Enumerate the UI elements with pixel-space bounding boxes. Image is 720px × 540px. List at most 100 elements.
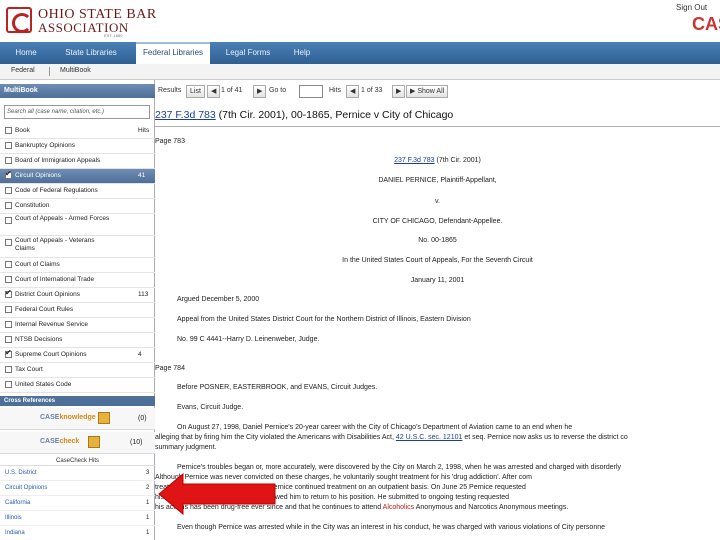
citation-link[interactable]: 237 F.3d 783	[394, 157, 434, 164]
osba-logo-icon[interactable]	[6, 7, 32, 33]
casecheck-hit-row[interactable]: California 1	[0, 496, 155, 511]
sign-out-link[interactable]: Sign Out	[676, 3, 707, 12]
book-label[interactable]: Constitution	[15, 202, 49, 209]
next-hit-icon[interactable]: ▶	[392, 85, 406, 98]
go-to-input[interactable]	[299, 85, 323, 98]
book-checkbox[interactable]	[5, 261, 12, 268]
show-all-button[interactable]: ▶ Show All	[406, 85, 449, 98]
book-checkbox[interactable]	[5, 169, 12, 179]
book-hit-count: 4	[138, 351, 142, 358]
breadcrumb-federal[interactable]: Federal	[11, 67, 35, 74]
multibook-panel-title: MultiBook	[0, 84, 155, 98]
book-item-court-of-claims[interactable]: Court of Claims	[0, 258, 155, 273]
casecheck-hit-label[interactable]: California	[5, 500, 30, 506]
book-label[interactable]: Internal Revenue Service	[15, 321, 88, 328]
book-item-armed-forces[interactable]: Court of Appeals - Armed Forces	[0, 214, 155, 236]
book-item-irs[interactable]: Internal Revenue Service	[0, 318, 155, 333]
tab-home[interactable]: Home	[6, 42, 46, 64]
casecheck-hit-row[interactable]: U.S. District 3	[0, 466, 155, 481]
book-label[interactable]: United States Code	[15, 381, 71, 388]
casecheck-hit-row[interactable]: Circuit Opinions 2	[0, 481, 155, 496]
book-item-supreme-court[interactable]: Supreme Court Opinions 4	[0, 348, 155, 363]
caseknowledge-logo[interactable]: CASEknowledge	[40, 414, 96, 421]
caseknowledge-row[interactable]: CASEknowledge (0)	[0, 408, 155, 430]
casecheck-hit-row[interactable]: Indiana 1	[0, 526, 155, 540]
opinion-para1-line1: On August 27, 1998, Daniel Pernice's 20-…	[177, 424, 573, 431]
opinion-para2-line1: Pernice's troubles began or, more accura…	[177, 464, 621, 471]
caseknowledge-icon[interactable]	[98, 412, 110, 424]
search-input[interactable]: Search all (case name, citation, etc.)	[4, 105, 150, 119]
book-checkbox[interactable]	[5, 187, 12, 194]
show-all-icon: ▶	[410, 88, 416, 95]
book-checkbox[interactable]	[5, 366, 12, 373]
book-column-label: Book	[15, 127, 30, 134]
docket-line: No. 00-1865	[418, 237, 457, 244]
book-checkbox[interactable]	[5, 276, 12, 283]
book-label[interactable]: Bankruptcy Opinions	[15, 142, 75, 149]
casecheck-row[interactable]: CASEcheck (10)	[0, 432, 155, 454]
book-item-federal-court-rules[interactable]: Federal Court Rules	[0, 303, 155, 318]
casecheck-hits-header: CaseCheck Hits	[0, 456, 155, 466]
book-item-tax-court[interactable]: Tax Court	[0, 363, 155, 378]
book-checkbox[interactable]	[5, 157, 12, 164]
casecheck-hit-row[interactable]: Illinois 1	[0, 511, 155, 526]
statute-link[interactable]: 42 U.S.C. sec. 12101	[396, 434, 463, 441]
book-checkbox[interactable]	[5, 306, 12, 313]
tab-federal-libraries[interactable]: Federal Libraries	[136, 42, 210, 64]
tab-legal-forms[interactable]: Legal Forms	[218, 42, 278, 64]
book-item-constitution[interactable]: Constitution	[0, 199, 155, 214]
book-label[interactable]: Board of Immigration Appeals	[15, 157, 100, 164]
book-item-ntsb[interactable]: NTSB Decisions	[0, 333, 155, 348]
book-label[interactable]: District Court Opinions	[15, 291, 80, 298]
casecheck-hit-count: 3	[146, 470, 150, 476]
book-label[interactable]: Circuit Opinions	[15, 172, 61, 179]
book-label[interactable]: Code of Federal Regulations	[15, 187, 98, 194]
breadcrumb-multibook[interactable]: MultiBook	[60, 67, 91, 74]
caseknowledge-logo-b: knowledge	[59, 414, 96, 421]
case-citation-link[interactable]: 237 F.3d 783	[155, 109, 216, 121]
book-label[interactable]: Supreme Court Opinions	[15, 351, 87, 358]
book-checkbox[interactable]	[5, 142, 12, 149]
book-checkbox[interactable]	[5, 336, 12, 343]
prev-hit-icon[interactable]: ◀	[346, 85, 360, 98]
title-divider	[155, 126, 720, 127]
book-item-cfr[interactable]: Code of Federal Regulations	[0, 184, 155, 199]
next-result-icon[interactable]: ▶	[253, 85, 267, 98]
book-checkbox[interactable]	[5, 288, 12, 298]
book-item-circuit-opinions[interactable]: Circuit Opinions 41	[0, 169, 155, 184]
book-item-district-court[interactable]: District Court Opinions 113	[0, 288, 155, 303]
book-checkbox[interactable]	[5, 321, 12, 328]
book-label[interactable]: Court of International Trade	[15, 276, 94, 283]
book-item-international-trade[interactable]: Court of International Trade	[0, 273, 155, 288]
plaintiff-line: DANIEL PERNICE, Plaintiff-Appellant,	[378, 177, 497, 184]
casecheck-icon[interactable]	[88, 436, 100, 448]
book-checkbox[interactable]	[5, 381, 12, 388]
book-item-immigration[interactable]: Board of Immigration Appeals	[0, 154, 155, 169]
book-label[interactable]: Tax Court	[15, 366, 43, 373]
select-all-checkbox[interactable]	[5, 127, 12, 134]
casecheck-hit-label[interactable]: Indiana	[5, 530, 25, 536]
book-label[interactable]: NTSB Decisions	[15, 336, 62, 343]
book-label[interactable]: Federal Court Rules	[15, 306, 73, 313]
casecheck-hit-label[interactable]: Illinois	[5, 515, 22, 521]
casecheck-hit-label[interactable]: U.S. District	[5, 470, 37, 476]
search-hit-highlight[interactable]: Alcoholics	[383, 504, 415, 511]
casecheck-logo[interactable]: CASEcheck	[40, 438, 79, 445]
book-label[interactable]: Court of Appeals - Veterans Claims	[15, 237, 115, 253]
book-item-bankruptcy[interactable]: Bankruptcy Opinions	[0, 139, 155, 154]
book-label[interactable]: Court of Claims	[15, 261, 60, 268]
court-line: In the United States Court of Appeals, F…	[342, 257, 533, 264]
book-checkbox[interactable]	[5, 348, 12, 358]
book-label[interactable]: Court of Appeals - Armed Forces	[15, 215, 115, 223]
book-checkbox[interactable]	[5, 202, 12, 209]
tab-help[interactable]: Help	[286, 42, 318, 64]
book-checkbox[interactable]	[5, 217, 12, 224]
casecheck-hit-label[interactable]: Circuit Opinions	[5, 485, 47, 491]
tab-state-libraries[interactable]: State Libraries	[55, 42, 127, 64]
prev-result-icon[interactable]: ◀	[207, 85, 221, 98]
book-list: Book Hits Bankruptcy Opinions Board of I…	[0, 124, 155, 394]
book-checkbox[interactable]	[5, 239, 12, 246]
book-item-veterans-claims[interactable]: Court of Appeals - Veterans Claims	[0, 236, 155, 258]
list-button[interactable]: List	[186, 85, 205, 98]
book-item-us-code[interactable]: United States Code	[0, 378, 155, 393]
